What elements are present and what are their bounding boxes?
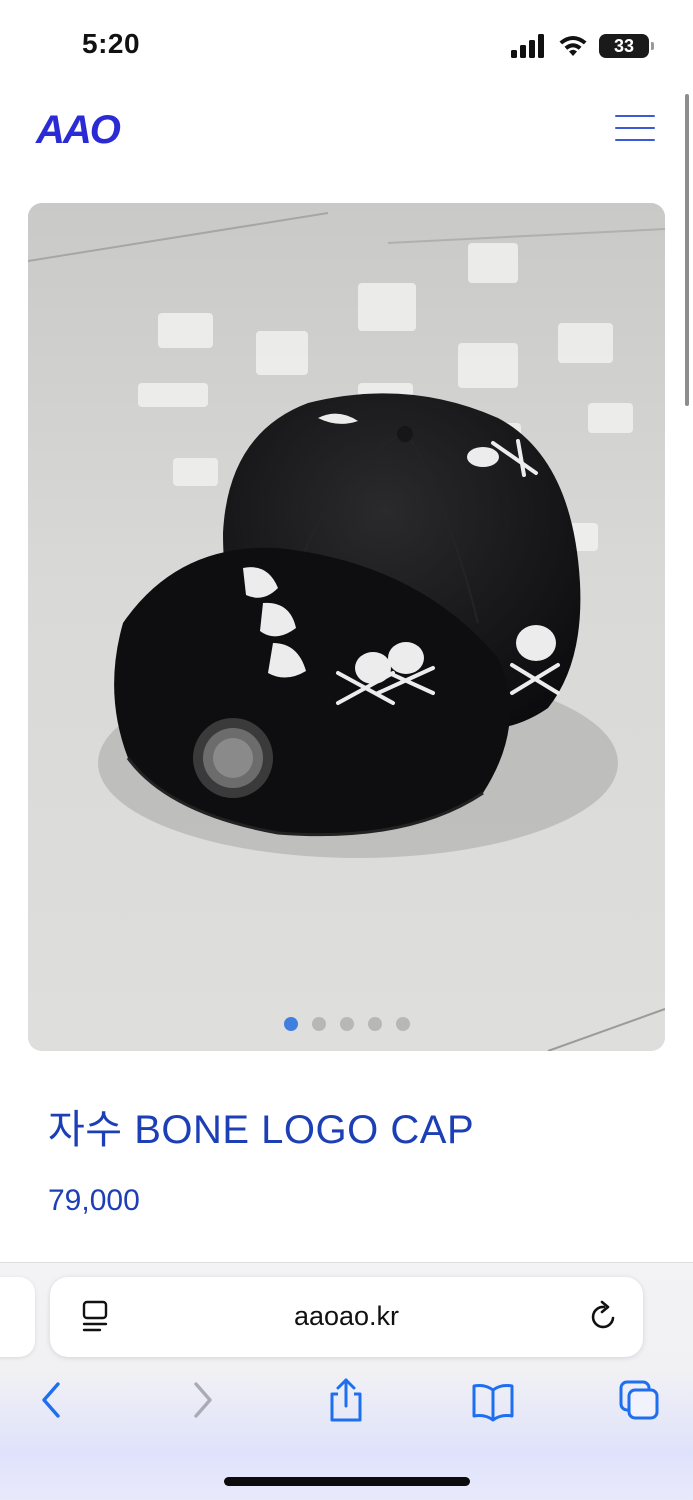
url-text[interactable]: aaoao.kr bbox=[50, 1301, 643, 1332]
carousel-dots bbox=[28, 1017, 665, 1031]
tabs-icon[interactable] bbox=[617, 1376, 661, 1424]
address-bar[interactable]: aaoao.kr bbox=[50, 1277, 643, 1357]
bookmarks-icon[interactable] bbox=[471, 1376, 515, 1424]
forward-icon[interactable] bbox=[180, 1376, 224, 1424]
product-image-carousel[interactable] bbox=[28, 203, 665, 1051]
carousel-dot-1[interactable] bbox=[283, 1017, 298, 1031]
product-title: 자수 BONE LOGO CAP bbox=[48, 1108, 475, 1152]
site-logo[interactable]: AAO bbox=[36, 108, 121, 153]
share-icon[interactable] bbox=[324, 1376, 368, 1424]
status-time: 5:20 bbox=[82, 28, 141, 59]
product-photo bbox=[28, 203, 665, 1051]
carousel-dot-5[interactable] bbox=[395, 1017, 410, 1031]
signal-icon bbox=[511, 34, 544, 58]
status-icons: 33 bbox=[511, 30, 654, 62]
wifi-icon bbox=[559, 36, 587, 56]
product-price: 79,000 bbox=[48, 1184, 140, 1217]
carousel-dot-3[interactable] bbox=[339, 1017, 354, 1031]
home-indicator[interactable] bbox=[224, 1477, 470, 1486]
previous-tab-edge[interactable] bbox=[0, 1277, 35, 1357]
carousel-dot-2[interactable] bbox=[311, 1017, 326, 1031]
battery-icon: 33 bbox=[599, 34, 654, 58]
status-bar: 5:20 33 bbox=[0, 0, 693, 92]
reload-icon[interactable] bbox=[589, 1300, 619, 1332]
carousel-dot-4[interactable] bbox=[367, 1017, 382, 1031]
back-icon[interactable] bbox=[30, 1376, 74, 1424]
hamburger-menu-icon[interactable] bbox=[615, 115, 655, 141]
scrollbar-thumb[interactable] bbox=[685, 94, 689, 406]
